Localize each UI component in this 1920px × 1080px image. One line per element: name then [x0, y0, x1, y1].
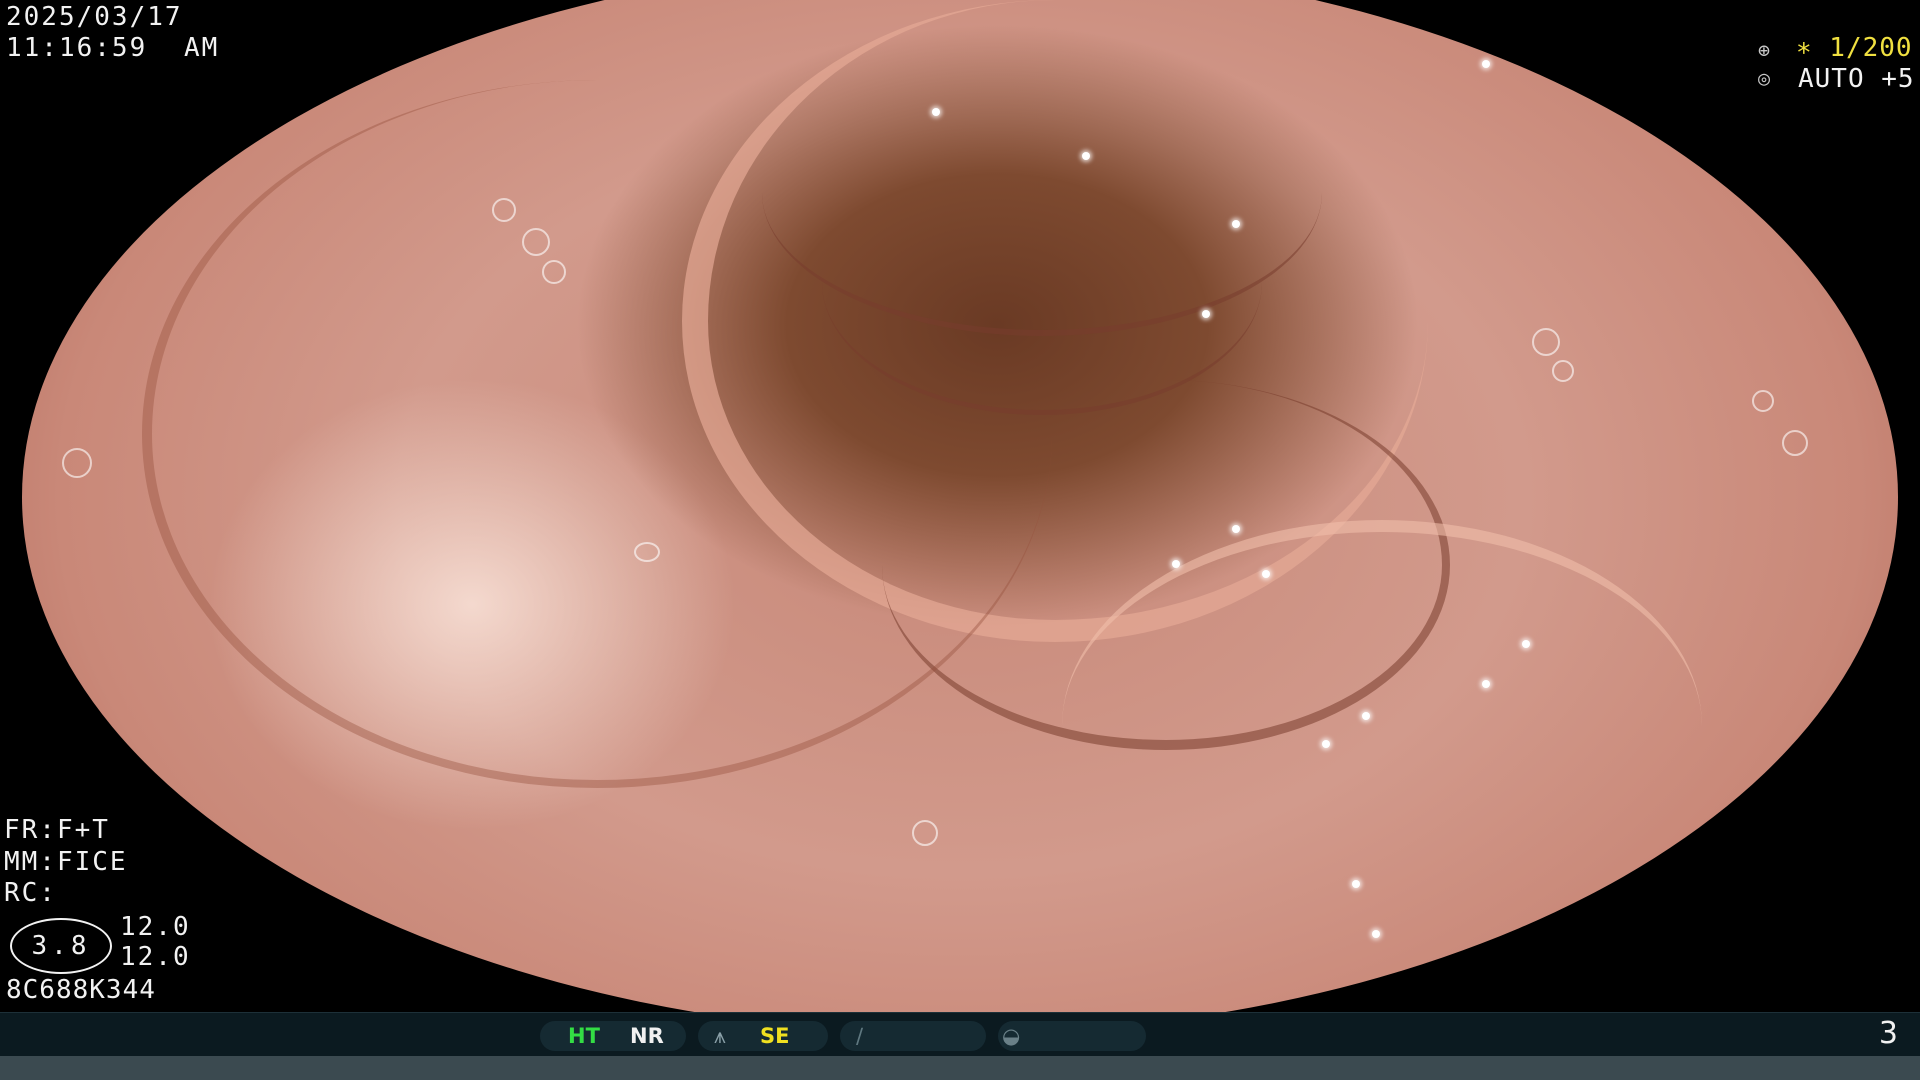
- endoscopic-view: [22, 0, 1898, 1034]
- specular-highlight: [1082, 152, 1090, 160]
- edge-icon: ⩚: [714, 1024, 726, 1048]
- bubble: [62, 448, 92, 478]
- mucosal-fold: [142, 80, 1052, 788]
- endoscopy-screen: 2025/03/17 11:16:59 AM ⊕ ∗ 1/200 ◎ AUTO …: [0, 0, 1920, 1080]
- value-top: 12.0: [120, 912, 191, 942]
- gain-circle: 3.8: [10, 918, 112, 974]
- bottom-strip: [0, 1056, 1920, 1080]
- specular-highlight: [1232, 220, 1240, 228]
- bubble: [542, 260, 566, 284]
- bubble: [1752, 390, 1774, 412]
- nr-indicator: NR: [630, 1024, 664, 1048]
- specular-highlight: [1232, 525, 1240, 533]
- rc-setting: RC:: [4, 878, 57, 908]
- specular-highlight: [932, 108, 940, 116]
- shutter-readout: ∗ 1/200: [1796, 33, 1913, 63]
- meridiem-readout: AM: [184, 33, 220, 63]
- specular-highlight: [1362, 712, 1370, 720]
- ht-indicator: HT: [568, 1024, 600, 1048]
- specular-highlight: [1352, 880, 1360, 888]
- bubble: [912, 820, 938, 846]
- se-pill: ⩚ SE: [698, 1021, 828, 1051]
- specular-highlight: [1322, 740, 1330, 748]
- status-bar: HT NR ⩚ SE ∕ ◒: [0, 1012, 1920, 1057]
- page-number: 3: [1878, 1016, 1898, 1051]
- specular-highlight: [1522, 640, 1530, 648]
- meter-icon: ◒: [1002, 1024, 1021, 1048]
- meter-pill: ◒: [998, 1021, 1146, 1051]
- ht-nr-pill: HT NR: [540, 1021, 686, 1051]
- shutter-icon: ⊕: [1758, 38, 1771, 62]
- iris-readout: AUTO +5: [1798, 64, 1915, 94]
- iris-icon: ◎: [1758, 66, 1771, 90]
- value-bottom: 12.0: [120, 942, 191, 972]
- specular-highlight: [1262, 570, 1270, 578]
- mm-setting: MM:FICE: [4, 847, 128, 877]
- bubble: [1782, 430, 1808, 456]
- bubble: [492, 198, 516, 222]
- specular-highlight: [1482, 680, 1490, 688]
- bubble: [1532, 328, 1560, 356]
- date-readout: 2025/03/17: [6, 2, 183, 32]
- bubble: [1552, 360, 1574, 382]
- specular-highlight: [1202, 310, 1210, 318]
- disabled-icon: ∕: [856, 1024, 864, 1048]
- specular-highlight: [1482, 60, 1490, 68]
- slash-pill: ∕: [840, 1021, 986, 1051]
- fr-setting: FR:F+T: [4, 815, 110, 845]
- time-readout: 11:16:59: [6, 33, 148, 63]
- specular-highlight: [1172, 560, 1180, 568]
- serial-number: 8C688K344: [6, 975, 156, 1005]
- bubble: [634, 542, 660, 562]
- se-indicator: SE: [760, 1024, 790, 1048]
- specular-highlight: [1372, 930, 1380, 938]
- bubble: [522, 228, 550, 256]
- mucosal-fold: [1062, 520, 1702, 932]
